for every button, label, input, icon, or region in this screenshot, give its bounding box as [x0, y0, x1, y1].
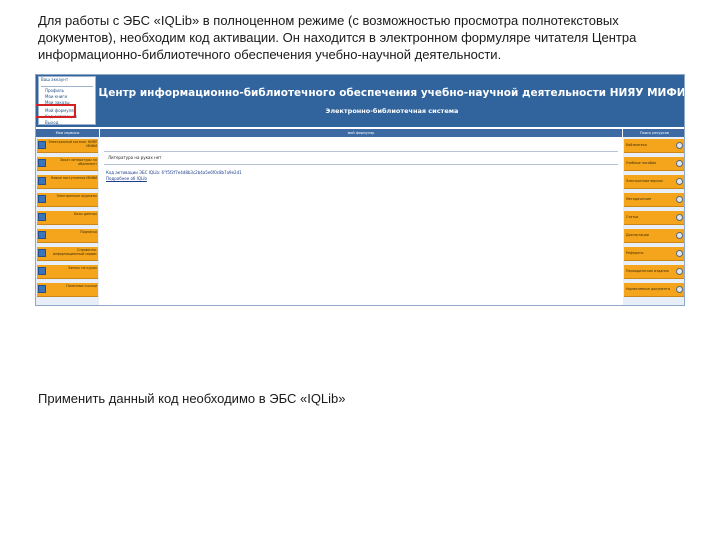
nav-label: Запись на курсы	[68, 266, 97, 270]
magnifier-icon	[676, 178, 683, 185]
book-icon	[38, 141, 46, 149]
left-nav-item-journals[interactable]: Электронные журналы	[37, 193, 98, 207]
left-nav-item-subscription[interactable]: Подписка	[37, 229, 98, 243]
loans-box: Литература на руках нет	[104, 151, 618, 165]
nav-label: Заказ литературы на абонемент	[59, 158, 97, 166]
account-item-logout[interactable]: Выход	[45, 120, 58, 125]
book-icon	[38, 195, 46, 203]
site-subtitle: Электронно-библиотечная система	[325, 107, 459, 115]
right-nav-item-6[interactable]: Диссертации	[624, 229, 684, 243]
magnifier-icon	[676, 268, 683, 275]
nav-label: Новые поступления МИФИ	[50, 176, 97, 180]
magnifier-icon	[676, 232, 683, 239]
right-sidebar: Поиск ресурсов Библиотеки Учебные пособи…	[623, 129, 684, 305]
intro-paragraph: Для работы с ЭБС «IQLib» в полноценном р…	[38, 13, 637, 62]
nav-label: Нормативные документы	[626, 287, 670, 291]
divider	[41, 86, 93, 87]
left-nav-item-order[interactable]: Заказ литературы на абонемент	[37, 157, 98, 171]
magnifier-icon	[676, 196, 683, 203]
right-sidebar-header: Поиск ресурсов	[623, 129, 684, 137]
tab-formular[interactable]: мой формуляр	[100, 129, 622, 137]
nav-label: Полезные ссылки	[66, 284, 97, 288]
left-nav-item-courses[interactable]: Запись на курсы	[37, 265, 98, 279]
highlight-frame	[36, 104, 76, 118]
nav-label: Учебные пособия	[626, 161, 657, 165]
magnifier-icon	[676, 160, 683, 167]
book-icon	[38, 231, 46, 239]
magnifier-icon	[676, 214, 683, 221]
nav-label: Электронный каталог НИЯУ МИФИ	[48, 140, 97, 148]
right-nav-item-9[interactable]: Нормативные документы	[624, 283, 684, 297]
book-icon	[38, 267, 46, 275]
right-nav-item-2[interactable]: Учебные пособия	[624, 157, 684, 171]
nav-label: Электронные версии	[626, 179, 663, 183]
right-nav-item-3[interactable]: Электронные версии	[624, 175, 684, 189]
left-nav-item-links[interactable]: Полезные ссылки	[37, 283, 98, 297]
right-nav-item-7[interactable]: Рефераты	[624, 247, 684, 261]
account-panel-title: Ваш аккаунт	[41, 77, 69, 82]
right-nav-item-8[interactable]: Периодические издания	[624, 265, 684, 279]
nav-label: Справочно-информационный сервис	[52, 248, 97, 256]
magnifier-icon	[676, 286, 683, 293]
nav-label: Диссертации	[626, 233, 649, 237]
right-nav-item-5[interactable]: Статьи	[624, 211, 684, 225]
right-nav-item-1[interactable]: Библиотеки	[624, 139, 684, 153]
nav-label: Базы данных	[74, 212, 97, 216]
iqlib-info-link[interactable]: Подробнее об IQLib	[106, 176, 147, 181]
account-item-my-books[interactable]: Мои книги	[45, 94, 67, 99]
activation-code-text: Код активации ЭБС IQLib: 6"f5f2f7e4d8b3c…	[106, 170, 242, 175]
left-nav-item-databases[interactable]: Базы данных	[37, 211, 98, 225]
magnifier-icon	[676, 250, 683, 257]
nav-label: Библиотеки	[626, 143, 647, 147]
nav-label: Электронные журналы	[56, 194, 97, 198]
loans-box-title: Литература на руках нет	[108, 155, 162, 160]
book-icon	[38, 249, 46, 257]
book-icon	[38, 177, 46, 185]
left-nav-item-reference[interactable]: Справочно-информационный сервис	[37, 247, 98, 261]
book-icon	[38, 213, 46, 221]
right-nav-item-4[interactable]: Методические	[624, 193, 684, 207]
outro-paragraph: Применить данный код необходимо в ЭБС «I…	[38, 391, 346, 406]
nav-label: Подписка	[80, 230, 97, 234]
nav-label: Рефераты	[626, 251, 644, 255]
left-sidebar: Мои сервисы Электронный каталог НИЯУ МИФ…	[36, 129, 99, 305]
main-content: мой формуляр Литература на руках нет Код…	[100, 129, 622, 305]
book-icon	[38, 285, 46, 293]
nav-label: Методические	[626, 197, 652, 201]
left-sidebar-header: Мои сервисы	[36, 129, 99, 137]
nav-label: Статьи	[626, 215, 639, 219]
site-header: Ваш аккаунт Профиль Мои книги Мои заказы…	[36, 75, 685, 127]
left-nav-item-catalog[interactable]: Электронный каталог НИЯУ МИФИ	[37, 139, 98, 153]
left-nav-item-new-arrivals[interactable]: Новые поступления МИФИ	[37, 175, 98, 189]
book-icon	[38, 159, 46, 167]
nav-label: Периодические издания	[626, 269, 669, 273]
account-item-profile[interactable]: Профиль	[45, 88, 64, 93]
site-title: Центр информационно-библиотечного обеспе…	[98, 87, 685, 99]
library-screenshot: Ваш аккаунт Профиль Мои книги Мои заказы…	[35, 74, 685, 306]
magnifier-icon	[676, 142, 683, 149]
